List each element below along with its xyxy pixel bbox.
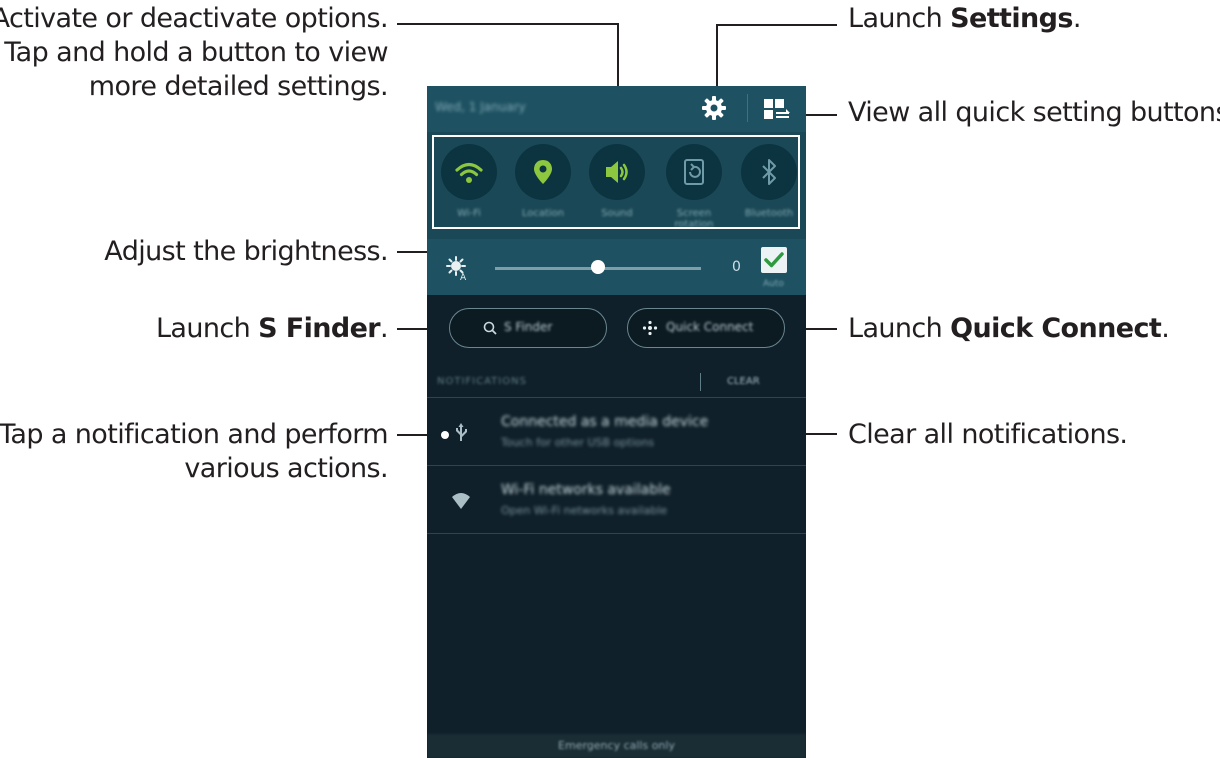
callout-notification-line1: Tap a notification and perform: [0, 419, 389, 450]
notification-subtitle: Open Wi-Fi networks available: [501, 504, 668, 517]
brightness-marker: [594, 266, 602, 274]
callout-activate-line2: Tap and hold a button to view: [4, 37, 388, 68]
quick-settings-highlight-box: [432, 135, 800, 229]
notification-title: Connected as a media device: [501, 414, 709, 430]
callout-activate-line3: more detailed settings.: [88, 71, 389, 102]
auto-brightness-icon: A: [446, 256, 467, 281]
wifi-networks-icon: [452, 493, 470, 509]
notification-item-usb[interactable]: Connected as a media device Touch for ot…: [427, 397, 806, 466]
callout-sfinder-bold: S Finder: [258, 313, 381, 344]
notification-list-end: [427, 533, 806, 535]
callout-sfinder-prefix: Launch: [155, 313, 259, 344]
notification-marker: [441, 431, 449, 439]
quick-connect-label: Quick Connect: [666, 320, 754, 334]
callout-settings-prefix: Launch: [848, 3, 951, 34]
emergency-calls-status: Emergency calls only: [427, 734, 806, 758]
brightness-value: 0: [732, 259, 741, 275]
notification-title: Wi-Fi networks available: [501, 482, 671, 498]
callout-settings-bold: Settings: [950, 3, 1073, 34]
callout-activate-line1: Activate or deactivate options.: [0, 3, 389, 34]
callout-quick-connect: Launch Quick Connect.: [848, 312, 1170, 346]
leader-settings-v: [716, 24, 718, 94]
status-bar: Wed, 1 January: [427, 86, 806, 132]
gear-icon[interactable]: [699, 93, 729, 123]
s-finder-label: S Finder: [504, 320, 553, 334]
quick-settings-grid-icon[interactable]: [762, 96, 792, 122]
callout-sfinder-suffix: .: [380, 313, 389, 344]
quick-connect-button[interactable]: Quick Connect: [627, 308, 785, 348]
callout-activate-options: Activate or deactivate options. Tap and …: [0, 2, 389, 104]
callout-clear-all: Clear all notifications.: [848, 419, 1128, 450]
brightness-panel: A 0 Auto: [427, 239, 806, 295]
leader-activate-h: [397, 23, 618, 25]
callout-view-all: View all quick setting buttons.: [848, 97, 1220, 128]
callout-notification-line2: various actions.: [184, 453, 388, 484]
auto-brightness-label: Auto: [763, 279, 784, 289]
statusbar-separator: [747, 94, 748, 122]
usb-icon: [456, 423, 467, 441]
search-icon: [483, 321, 497, 335]
callout-notification: Tap a notification and perform various a…: [0, 418, 389, 486]
callout-settings: Launch Settings.: [848, 2, 1081, 36]
checkmark-icon: [764, 252, 784, 268]
notifications-header: NOTIFICATIONS: [437, 376, 527, 387]
callout-quick-connect-prefix: Launch: [848, 313, 951, 344]
leader-settings-h: [717, 24, 837, 26]
svg-text:A: A: [460, 273, 467, 281]
date-label: Wed, 1 January: [435, 100, 526, 114]
callout-quick-connect-suffix: .: [1161, 313, 1170, 344]
callout-sfinder: Launch S Finder.: [155, 312, 389, 346]
clear-notifications-button[interactable]: CLEAR: [727, 376, 760, 387]
notification-subtitle: Touch for other USB options: [501, 436, 655, 449]
notification-item-wifi[interactable]: Wi-Fi networks available Open Wi-Fi netw…: [427, 465, 806, 534]
notifications-header-separator: [700, 373, 701, 391]
callout-settings-suffix: .: [1072, 3, 1082, 34]
s-finder-button[interactable]: S Finder: [449, 308, 607, 348]
quick-connect-icon: [642, 320, 658, 336]
callout-brightness: Adjust the brightness.: [104, 236, 388, 267]
callout-quick-connect-bold: Quick Connect: [950, 313, 1162, 344]
auto-brightness-checkbox[interactable]: [761, 247, 787, 273]
